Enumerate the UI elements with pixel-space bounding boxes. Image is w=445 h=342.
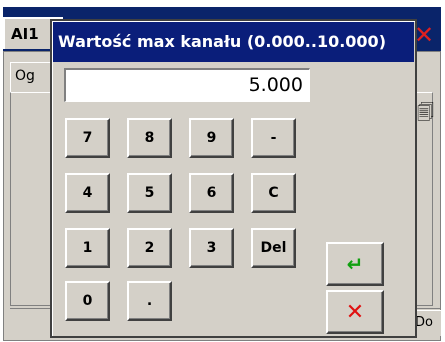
key-2[interactable]: 2 [127,228,172,268]
key-3[interactable]: 3 [189,228,234,268]
dialog-title: Wartość max kanału (0.000..10.000) [53,22,414,62]
cancel-button[interactable]: ✕ [326,290,384,334]
enter-button[interactable]: ↵ [326,242,384,286]
key-5[interactable]: 5 [127,173,172,213]
key-clear[interactable]: C [251,173,296,213]
key-6[interactable]: 6 [189,173,234,213]
numeric-entry-dialog: Wartość max kanału (0.000..10.000) 5.000… [50,19,417,338]
enter-icon: ↵ [346,252,364,276]
key-7[interactable]: 7 [65,118,110,158]
cancel-icon: ✕ [345,299,365,325]
parent-properties-icon[interactable]: 🗐 [417,104,435,122]
parent-bottom-button[interactable]: Do [413,310,441,336]
key-decimal[interactable]: . [127,281,172,321]
key-minus[interactable]: - [251,118,296,158]
key-8[interactable]: 8 [127,118,172,158]
parent-close-icon[interactable]: ✕ [414,21,434,49]
key-1[interactable]: 1 [65,228,110,268]
key-9[interactable]: 9 [189,118,234,158]
key-4[interactable]: 4 [65,173,110,213]
key-0[interactable]: 0 [65,281,110,321]
value-display[interactable]: 5.000 [64,68,310,102]
key-delete[interactable]: Del [251,228,296,268]
